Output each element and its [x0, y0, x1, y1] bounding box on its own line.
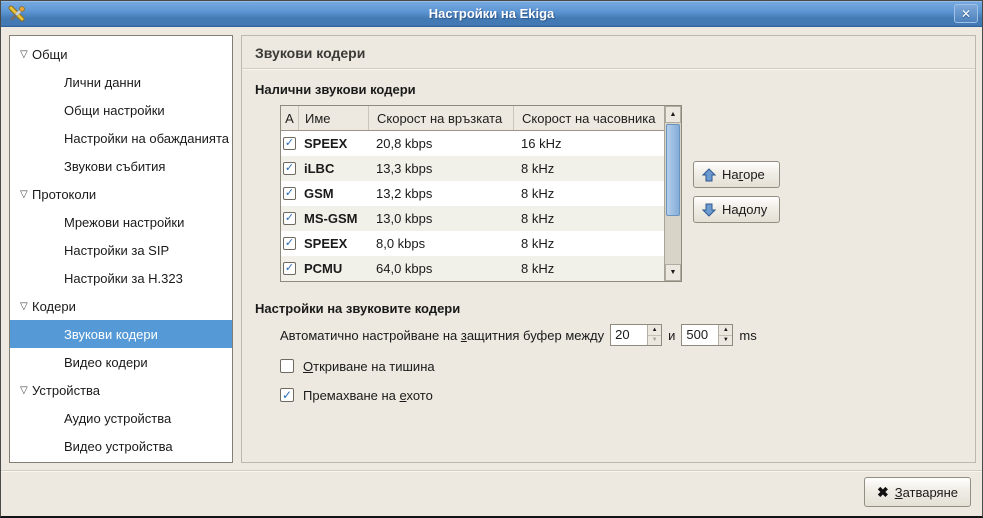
echo-cancellation-checkbox[interactable]: ✓ — [280, 388, 294, 402]
jitter-min-spinbox[interactable]: 20 ▲ ▼ — [610, 324, 662, 346]
up-arrow-icon — [702, 168, 716, 182]
table-row[interactable]: ✓ SPEEX 8,0 kbps 8 kHz — [281, 231, 664, 256]
silence-detection-option[interactable]: Откриване на тишина — [280, 357, 975, 375]
table-row[interactable]: ✓ iLBC 13,3 kbps 8 kHz — [281, 156, 664, 181]
down-arrow-icon — [702, 203, 716, 217]
close-x-icon: ✖ — [877, 484, 889, 501]
codec-enabled-checkbox[interactable]: ✓ — [283, 162, 296, 175]
table-row[interactable]: ✓ GSM 13,2 kbps 8 kHz — [281, 181, 664, 206]
preferences-tools-icon — [7, 4, 27, 24]
column-header-bitrate[interactable]: Скорост на връзката — [368, 106, 513, 130]
preferences-tree: ▽ Общи Лични данни Общи настройки Настро… — [9, 35, 233, 463]
table-row[interactable]: ✓ PCMU 64,0 kbps 8 kHz — [281, 256, 664, 281]
title-separator — [242, 68, 975, 69]
spin-down-icon[interactable]: ▼ — [648, 335, 661, 346]
sidebar-item-audio-devices[interactable]: Аудио устройства — [10, 404, 232, 432]
jitter-max-spinbox[interactable]: 500 ▲ ▼ — [681, 324, 733, 346]
scrollbar-thumb[interactable] — [666, 124, 680, 216]
sidebar-item-sip-settings[interactable]: Настройки за SIP — [10, 236, 232, 264]
move-up-label: Нагоре — [722, 167, 765, 182]
jitter-min-value[interactable]: 20 — [611, 325, 647, 345]
close-button-label: Затваряне — [895, 485, 958, 500]
sidebar-group-protocols[interactable]: ▽ Протоколи — [10, 180, 232, 208]
move-down-label: Надолу — [722, 202, 767, 217]
echo-cancellation-label: Премахване на ехото — [303, 388, 433, 403]
move-up-button[interactable]: Нагоре — [693, 161, 780, 188]
sidebar-group-codecs[interactable]: ▽ Кодери — [10, 292, 232, 320]
echo-cancellation-option[interactable]: ✓ Премахване на ехото — [280, 386, 975, 404]
sidebar-item-h323-settings[interactable]: Настройки за H.323 — [10, 264, 232, 292]
scroll-up-icon[interactable]: ▲ — [665, 106, 681, 123]
codecs-table-header: А Име Скорост на връзката Скорост на час… — [281, 106, 664, 131]
silence-detection-label: Откриване на тишина — [303, 359, 435, 374]
codecs-table: А Име Скорост на връзката Скорост на час… — [280, 105, 682, 282]
column-header-clock-rate[interactable]: Скорост на часовника — [513, 106, 664, 130]
scroll-down-icon[interactable]: ▼ — [665, 264, 681, 281]
jitter-buffer-label: Автоматично настройване на защитния буфе… — [280, 328, 604, 343]
titlebar: Настройки на Ekiga ✕ — [1, 1, 982, 27]
expander-icon[interactable]: ▽ — [10, 301, 32, 312]
sidebar-item-video-codecs[interactable]: Видео кодери — [10, 348, 232, 376]
table-row[interactable]: ✓ SPEEX 20,8 kbps 16 kHz — [281, 131, 664, 156]
sidebar-group-general[interactable]: ▽ Общи — [10, 40, 232, 68]
codec-enabled-checkbox[interactable]: ✓ — [283, 137, 296, 150]
codec-enabled-checkbox[interactable]: ✓ — [283, 237, 296, 250]
sidebar-item-general-settings[interactable]: Общи настройки — [10, 96, 232, 124]
close-button[interactable]: ✖ Затваряне — [864, 477, 971, 507]
sidebar-item-sound-events[interactable]: Звукови събития — [10, 152, 232, 180]
table-scrollbar[interactable]: ▲ ▼ — [664, 106, 681, 281]
codec-settings-section-label: Настройки на звуковите кодери — [255, 301, 962, 316]
spin-down-icon[interactable]: ▼ — [719, 335, 732, 346]
column-header-active[interactable]: А — [281, 106, 298, 130]
expander-icon[interactable]: ▽ — [10, 385, 32, 396]
sidebar-item-audio-codecs[interactable]: Звукови кодери — [10, 320, 232, 348]
sidebar-item-network-settings[interactable]: Мрежови настройки — [10, 208, 232, 236]
move-down-button[interactable]: Надолу — [693, 196, 780, 223]
expander-icon[interactable]: ▽ — [10, 189, 32, 200]
audio-codecs-panel: Звукови кодери Налични звукови кодери А … — [241, 35, 976, 463]
sidebar-item-call-options[interactable]: Настройки на обажданията — [10, 124, 232, 152]
sidebar-group-devices[interactable]: ▽ Устройства — [10, 376, 232, 404]
window-content: ▽ Общи Лични данни Общи настройки Настро… — [1, 27, 982, 518]
jitter-conjunction: и — [668, 328, 675, 343]
jitter-unit-label: ms — [739, 328, 756, 343]
expander-icon[interactable]: ▽ — [10, 49, 32, 60]
sidebar-item-video-devices[interactable]: Видео устройства — [10, 432, 232, 460]
preferences-window: Настройки на Ekiga ✕ ▽ Общи Лични данни … — [0, 0, 983, 518]
codec-enabled-checkbox[interactable]: ✓ — [283, 262, 296, 275]
column-header-name[interactable]: Име — [298, 106, 368, 130]
spin-up-icon[interactable]: ▲ — [719, 325, 732, 335]
codec-enabled-checkbox[interactable]: ✓ — [283, 187, 296, 200]
footer-actions: ✖ Затваряне — [864, 477, 971, 507]
close-icon[interactable]: ✕ — [954, 4, 978, 23]
silence-detection-checkbox[interactable] — [280, 359, 294, 373]
footer-separator — [1, 470, 982, 471]
jitter-buffer-row: Автоматично настройване на защитния буфе… — [280, 324, 975, 346]
available-codecs-section-label: Налични звукови кодери — [255, 82, 962, 97]
jitter-max-value[interactable]: 500 — [682, 325, 718, 345]
window-title: Настройки на Ekiga — [29, 6, 954, 21]
sidebar-item-personal-data[interactable]: Лични данни — [10, 68, 232, 96]
page-title: Звукови кодери — [242, 36, 975, 68]
codec-enabled-checkbox[interactable]: ✓ — [283, 212, 296, 225]
spin-up-icon[interactable]: ▲ — [648, 325, 661, 335]
table-row[interactable]: ✓ MS-GSM 13,0 kbps 8 kHz — [281, 206, 664, 231]
